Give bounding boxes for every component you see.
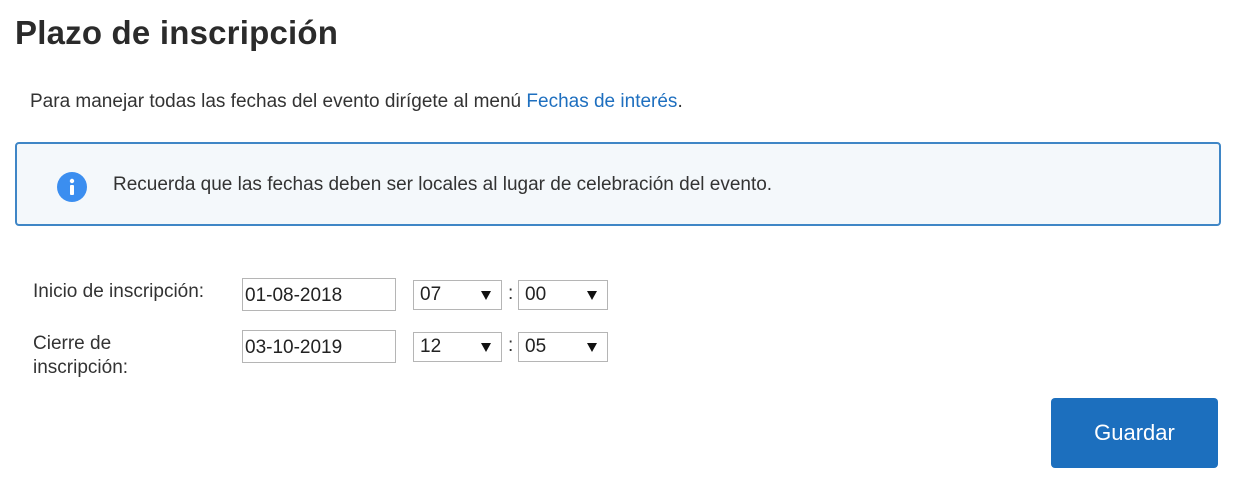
fechas-de-interes-link[interactable]: Fechas de interés [526,91,677,112]
start-hour-select[interactable]: 07 [413,280,502,310]
end-hour-select[interactable]: 12 [413,332,502,362]
info-icon [57,172,87,202]
dropdown-arrow-icon [587,343,597,352]
time-separator: : [508,335,514,356]
end-minute-select[interactable]: 05 [518,332,608,362]
start-minute-value: 00 [525,284,547,305]
dropdown-arrow-icon [481,291,491,300]
page-title: Plazo de inscripción [15,14,339,51]
start-date-input[interactable] [242,278,396,311]
intro-suffix: . [677,91,683,112]
start-label: Inicio de inscripción: [33,281,205,302]
end-hour-value: 12 [420,336,442,357]
info-alert: Recuerda que las fechas deben ser locale… [15,142,1221,226]
start-hour-value: 07 [420,284,442,305]
end-label: Cierre de inscripción: [33,332,128,380]
start-minute-select[interactable]: 00 [518,280,608,310]
save-button[interactable]: Guardar [1051,398,1218,468]
dropdown-arrow-icon [481,343,491,352]
intro-prefix: Para manejar todas las fechas del evento… [30,91,527,112]
intro-text: Para manejar todas las fechas del evento… [30,91,683,113]
time-separator: : [508,283,514,304]
end-date-input[interactable] [242,330,396,363]
end-label-line2: inscripción: [33,357,129,378]
end-label-line1: Cierre de [33,333,112,354]
info-message: Recuerda que las fechas deben ser locale… [113,174,773,195]
dropdown-arrow-icon [587,291,597,300]
end-minute-value: 05 [525,336,547,357]
